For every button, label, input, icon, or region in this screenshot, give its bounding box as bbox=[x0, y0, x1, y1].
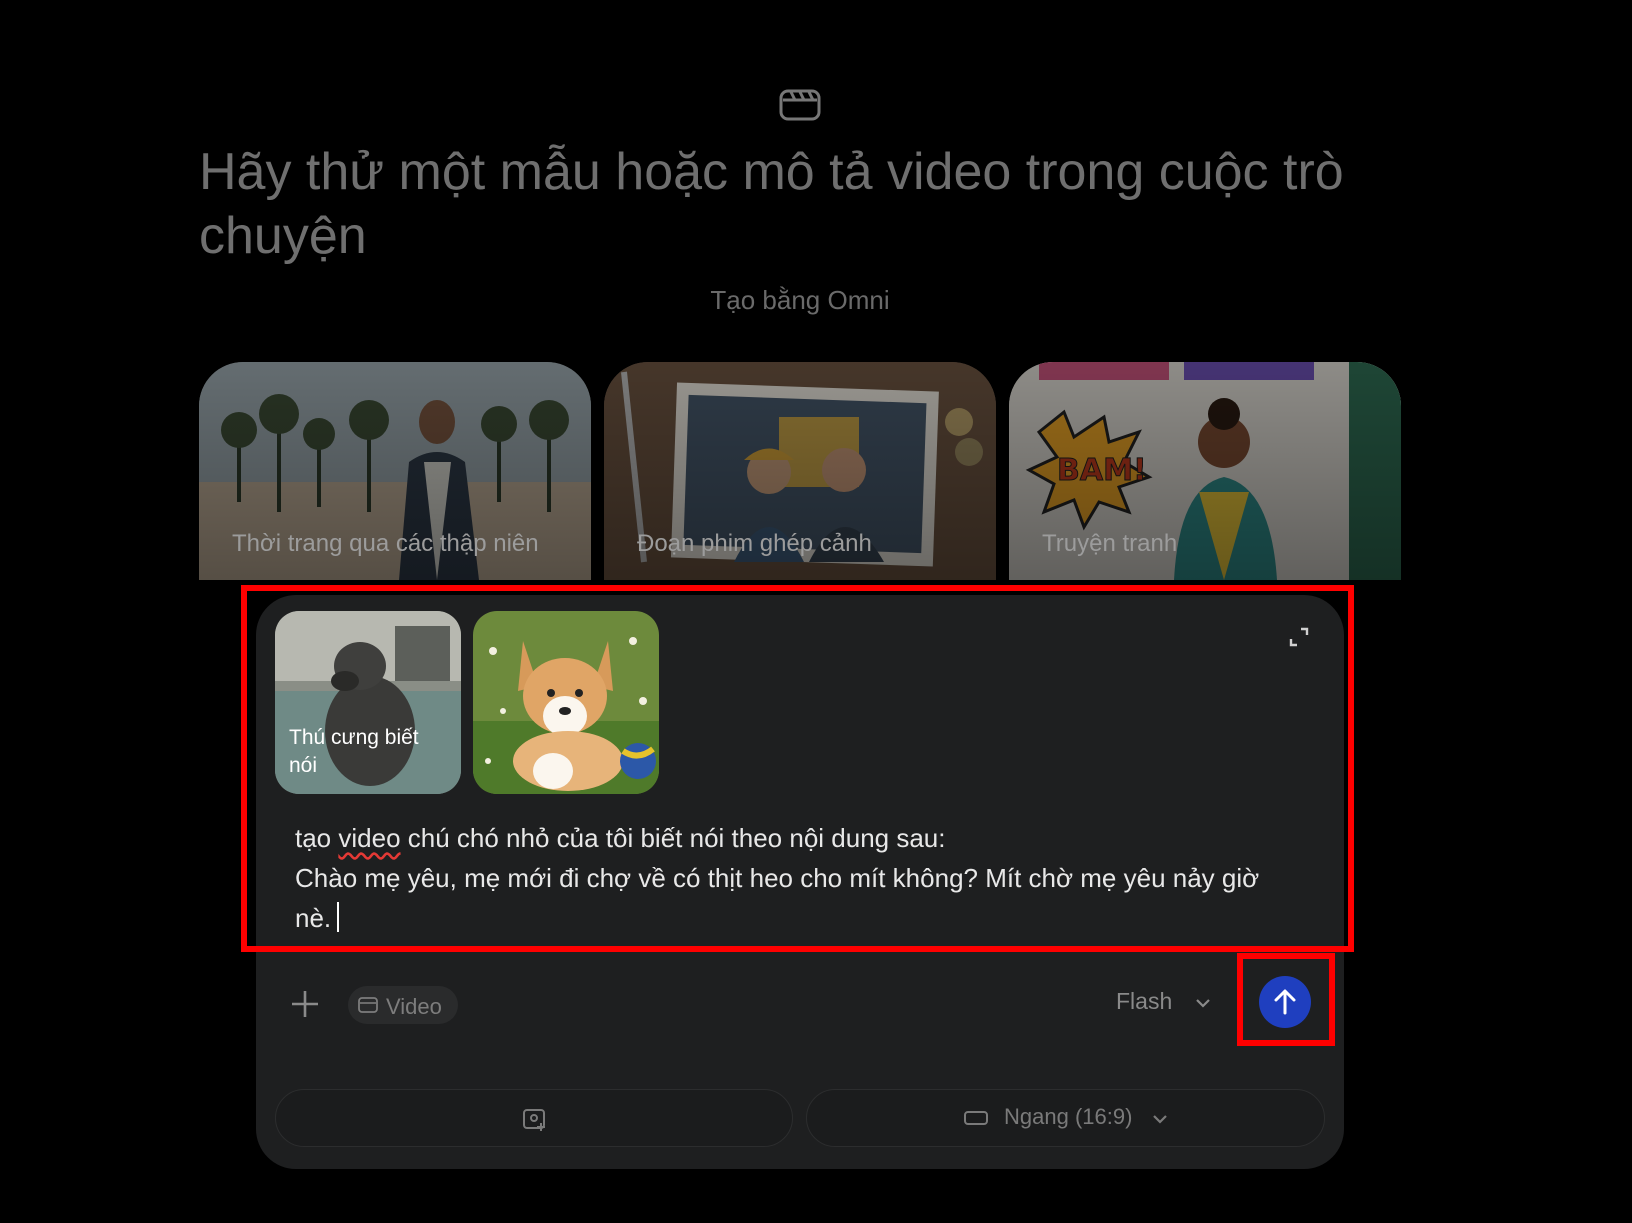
aspect-ratio-label: Ngang (16:9) bbox=[1004, 1104, 1133, 1129]
prompt-line-1: tạo video chú chó nhỏ của tôi biết nói t… bbox=[295, 823, 946, 853]
chevron-down-icon bbox=[1153, 1115, 1167, 1124]
template-card-comic[interactable]: BAM! Truyện tranh bbox=[1009, 362, 1401, 580]
spellcheck-word: video bbox=[338, 823, 401, 853]
send-button[interactable] bbox=[1259, 976, 1311, 1028]
model-selector[interactable]: Flash bbox=[1116, 988, 1172, 1015]
chevron-down-icon[interactable] bbox=[1192, 992, 1214, 1014]
mode-chip-video[interactable]: Video bbox=[348, 986, 458, 1024]
video-icon bbox=[358, 997, 378, 1013]
image-add-icon bbox=[523, 1109, 545, 1131]
page-subtitle: Tạo bằng Omni bbox=[710, 285, 890, 315]
template-label: Truyện tranh bbox=[1042, 530, 1178, 557]
prompt-textarea[interactable]: tạo video chú chó nhỏ của tôi biết nói t… bbox=[295, 818, 1285, 938]
reference-image-button[interactable] bbox=[275, 1089, 793, 1147]
text-cursor bbox=[337, 902, 340, 932]
attachment-dog-photo[interactable] bbox=[473, 611, 659, 794]
page-title: Hãy thử một mẫu hoặc mô tả video trong c… bbox=[199, 143, 1344, 265]
landscape-icon bbox=[964, 1111, 988, 1125]
video-clapper-icon bbox=[779, 89, 821, 121]
attachment-label: Thú cưng biết nói bbox=[289, 726, 419, 777]
expand-icon[interactable] bbox=[1288, 626, 1310, 648]
puppy-photo-image bbox=[473, 611, 659, 794]
attachment-template-talking-pet[interactable]: Thú cưng biết nói bbox=[275, 611, 461, 794]
template-card-fashion[interactable]: Thời trang qua các thập niên bbox=[199, 362, 591, 580]
add-icon[interactable] bbox=[289, 988, 321, 1020]
arrow-up-icon bbox=[1274, 989, 1296, 1015]
template-label: Đoạn phim ghép cảnh bbox=[637, 530, 872, 557]
prompt-line-2: Chào mẹ yêu, mẹ mới đi chợ về có thịt he… bbox=[295, 863, 1260, 933]
template-label: Thời trang qua các thập niên bbox=[232, 530, 539, 557]
template-card-montage[interactable]: Đoạn phim ghép cảnh bbox=[604, 362, 996, 580]
